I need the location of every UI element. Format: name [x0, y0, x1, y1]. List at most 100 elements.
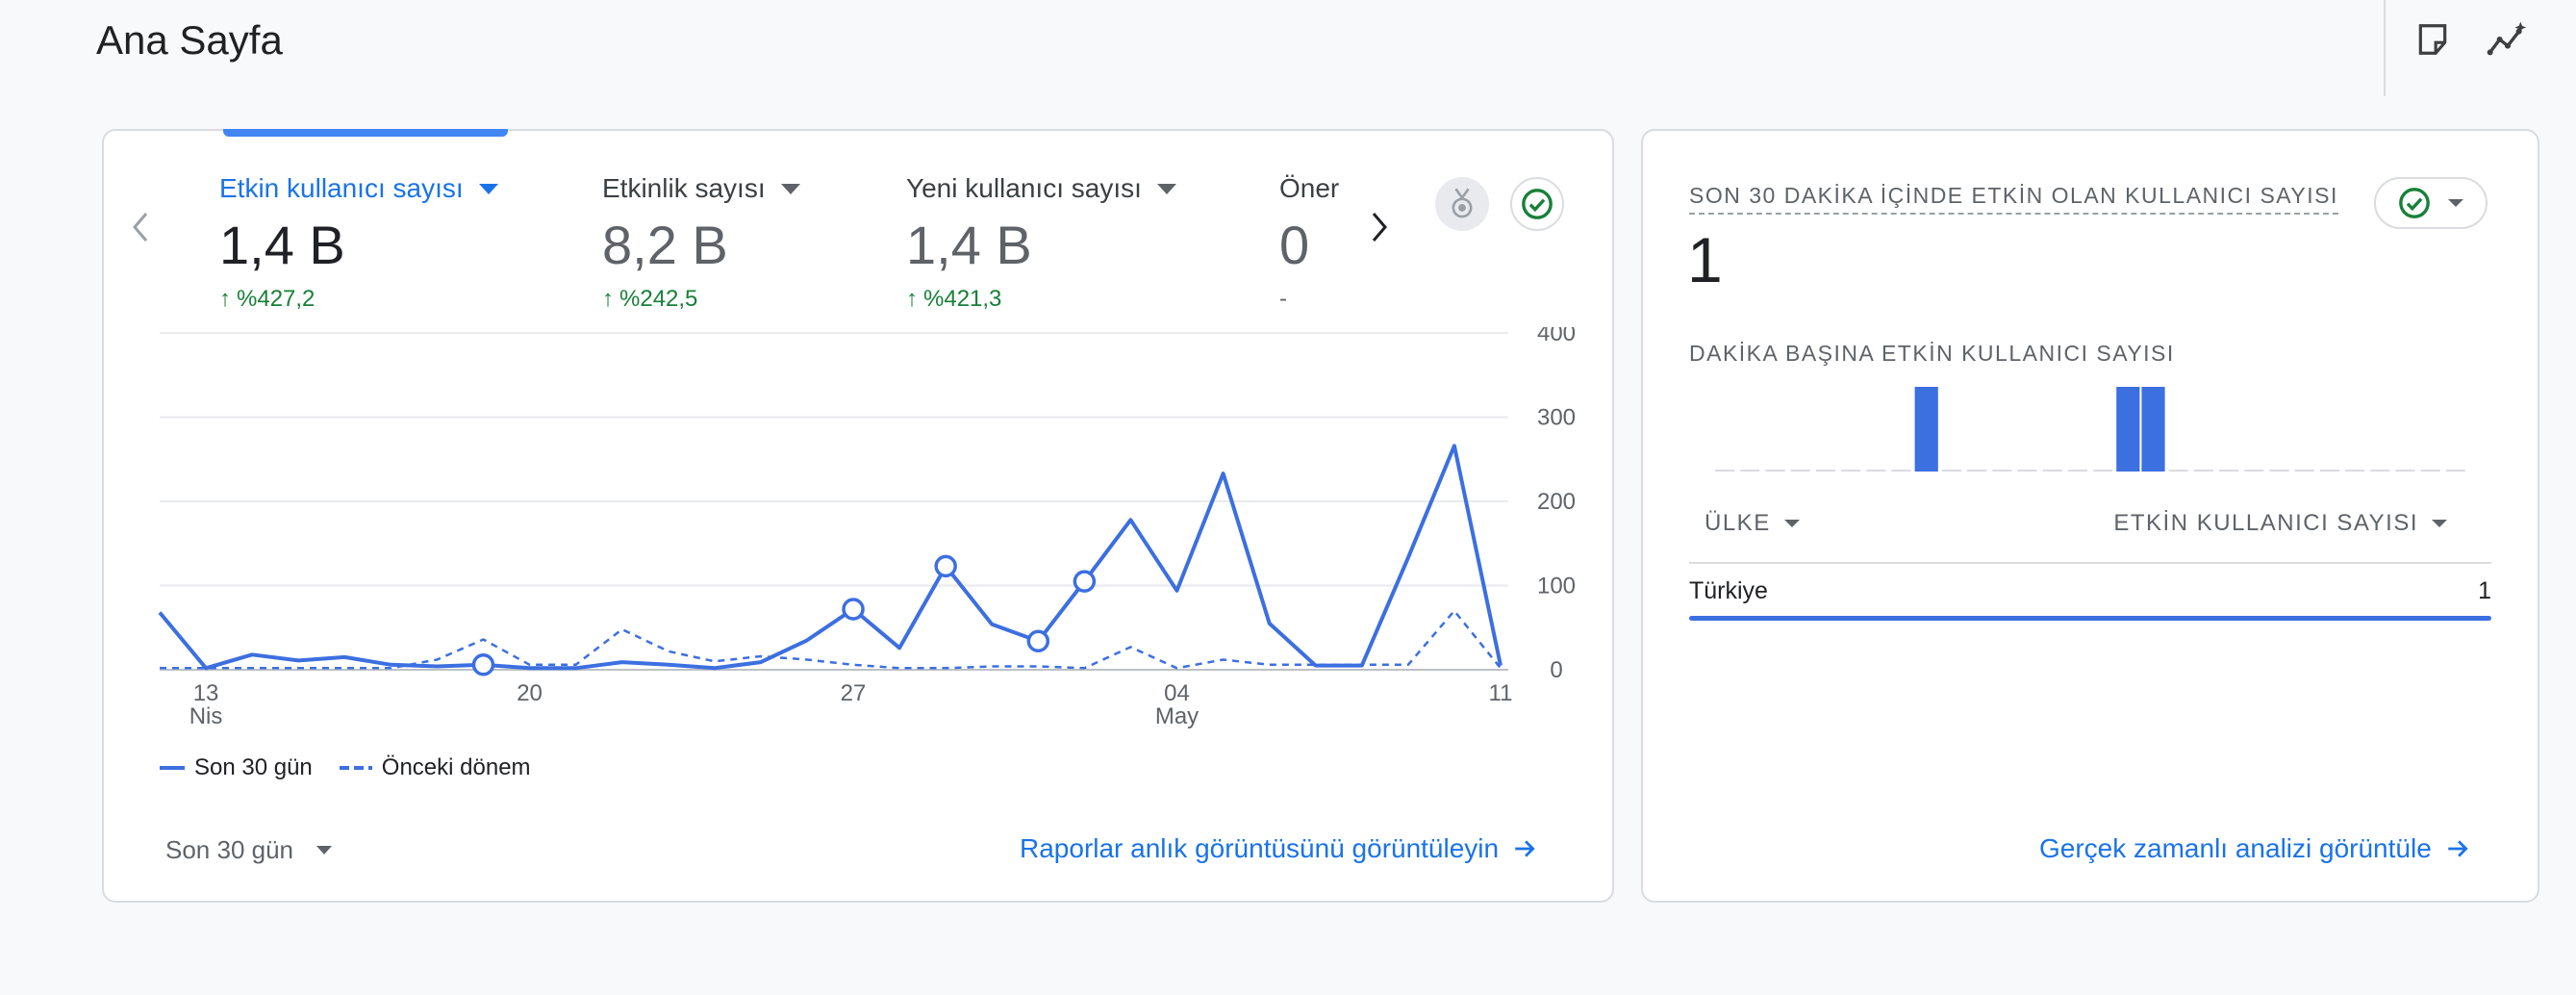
minute-bar	[2370, 470, 2390, 472]
y-tick-label: 0	[1550, 657, 1562, 683]
minute-bar	[1891, 470, 1911, 472]
chart-legend: Son 30 gün Önceki dönem	[160, 754, 531, 781]
row-share-bar	[1689, 616, 2491, 621]
realtime-count: 1	[1687, 224, 1723, 295]
metric-tab-truncated[interactable]: Öner 0 -	[1279, 173, 1343, 313]
minute-bar	[2269, 470, 2289, 472]
minute-bar	[1992, 470, 2012, 472]
legend-label: Son 30 gün	[194, 754, 313, 780]
table-row[interactable]: Türkiye 1	[1689, 564, 2491, 618]
link-label: Gerçek zamanlı analizi görüntüle	[2039, 833, 2432, 863]
realtime-heading[interactable]: SON 30 DAKİKA İÇİNDE ETKİN OLAN KULLANIC…	[1689, 183, 2338, 215]
minute-bar	[2067, 470, 2087, 472]
metric-label: Öner	[1279, 173, 1340, 203]
view-realtime-link[interactable]: Gerçek zamanlı analizi görüntüle	[2039, 833, 2470, 864]
active-tab-indicator	[223, 129, 508, 137]
value-cell: 1	[2478, 576, 2491, 604]
check-circle-icon	[2399, 188, 2430, 218]
page-title: Ana Sayfa	[96, 17, 283, 63]
date-range-dropdown[interactable]: Son 30 gün	[165, 835, 333, 865]
x-tick-label: 04	[1164, 680, 1190, 706]
link-label: Raporlar anlık görüntüsünü görüntüleyin	[1020, 833, 1500, 863]
minute-bar	[1866, 470, 1886, 472]
caret-down-icon	[316, 846, 333, 855]
arrow-up-icon: ↑	[219, 286, 231, 312]
y-tick-label: 300	[1537, 405, 1576, 431]
x-tick-label: 27	[841, 680, 867, 706]
per-minute-heading: DAKİKA BAŞINA ETKİN KULLANICI SAYISI	[1689, 341, 2175, 366]
annotation-marker	[1026, 629, 1050, 652]
date-range-label: Son 30 gün	[165, 835, 294, 864]
caret-down-icon	[780, 183, 800, 194]
chevron-left-icon	[133, 213, 148, 242]
data-quality-button[interactable]	[1510, 177, 1564, 231]
minute-bar	[1841, 470, 1861, 472]
annotation-marker	[842, 598, 865, 621]
metric-tab-active-users[interactable]: Etkin kullanıcı sayısı 1,4 B ↑ %427,2	[219, 173, 498, 313]
country-column-header[interactable]: ÜLKE	[1705, 510, 1800, 537]
arrow-right-icon	[1515, 840, 1535, 857]
metric-value: 0	[1279, 215, 1310, 275]
metric-tab-new-users[interactable]: Yeni kullanıcı sayısı 1,4 B ↑ %421,3	[906, 173, 1176, 313]
minute-bar	[2219, 470, 2239, 472]
users-column-header[interactable]: ETKİN KULLANICI SAYISI	[2113, 510, 2447, 537]
minute-bar	[1941, 470, 1961, 472]
chevron-right-icon	[1372, 213, 1387, 242]
minute-bar	[2193, 470, 2213, 472]
minute-bar	[1914, 387, 1938, 472]
minute-bar	[2294, 470, 2314, 472]
minute-bar	[1715, 470, 1735, 472]
y-tick-label: 100	[1537, 574, 1576, 600]
metric-label: Etkin kullanıcı sayısı	[219, 173, 464, 203]
legend-item-current: Son 30 gün	[160, 754, 313, 781]
note-icon	[2418, 24, 2447, 55]
minute-bar	[1765, 470, 1785, 472]
caret-down-icon	[2432, 520, 2447, 527]
realtime-quality-dropdown[interactable]	[2374, 177, 2488, 229]
annotation-marker	[934, 554, 957, 578]
minute-bar	[1967, 470, 1987, 472]
arrow-right-icon	[2448, 840, 2468, 857]
trend-chart: 400 300 200 100 0 13Nis 20 27 04May 11	[158, 327, 1576, 729]
metric-tab-event-count[interactable]: Etkinlik sayısı 8,2 B ↑ %242,5	[602, 173, 800, 313]
insights-sparkle-icon	[2487, 21, 2527, 56]
metrics-prev-button[interactable]	[121, 208, 160, 246]
view-reports-link[interactable]: Raporlar anlık görüntüsünü görüntüleyin	[1020, 833, 1537, 864]
x-tick-sublabel: Nis	[189, 703, 223, 729]
minute-bar	[2420, 470, 2440, 472]
metric-delta: %242,5	[619, 286, 698, 312]
annotation-marker	[471, 653, 495, 676]
caret-down-icon	[1783, 520, 1800, 527]
metric-value: 1,4 B	[219, 215, 345, 275]
metric-delta: %427,2	[237, 286, 316, 312]
metric-label: Yeni kullanıcı sayısı	[906, 173, 1142, 203]
metrics-next-button[interactable]	[1362, 208, 1397, 246]
metric-delta: %421,3	[923, 286, 1002, 312]
metric-value: 1,4 B	[906, 215, 1032, 275]
notes-button[interactable]	[2409, 15, 2457, 64]
minute-bar	[1815, 470, 1835, 472]
minute-bar	[1740, 470, 1760, 472]
column-label: ETKİN KULLANICI SAYISI	[2113, 510, 2418, 536]
x-tick-label: 13	[193, 680, 219, 706]
country-cell: Türkiye	[1689, 576, 1768, 604]
minute-bar	[2116, 387, 2140, 472]
legend-solid-swatch	[160, 766, 185, 770]
minute-bar	[2445, 470, 2465, 472]
insights-medal-button[interactable]	[1435, 177, 1489, 231]
arrow-up-icon: ↑	[906, 286, 918, 312]
column-label: ÜLKE	[1705, 510, 1771, 536]
minute-bar	[2042, 470, 2062, 472]
minute-bar	[2168, 470, 2188, 472]
x-tick-sublabel: May	[1155, 703, 1199, 729]
insights-button[interactable]	[2484, 15, 2532, 64]
annotation-marker	[1073, 570, 1097, 593]
minute-bar	[2093, 470, 2113, 472]
header-divider	[2384, 0, 2386, 96]
minute-bar	[2319, 470, 2339, 472]
check-circle-icon	[1522, 189, 1553, 219]
legend-item-previous: Önceki dönem	[339, 754, 531, 781]
minute-bar	[2395, 470, 2415, 472]
minute-bar	[2141, 387, 2165, 472]
medal-icon	[1452, 188, 1473, 218]
